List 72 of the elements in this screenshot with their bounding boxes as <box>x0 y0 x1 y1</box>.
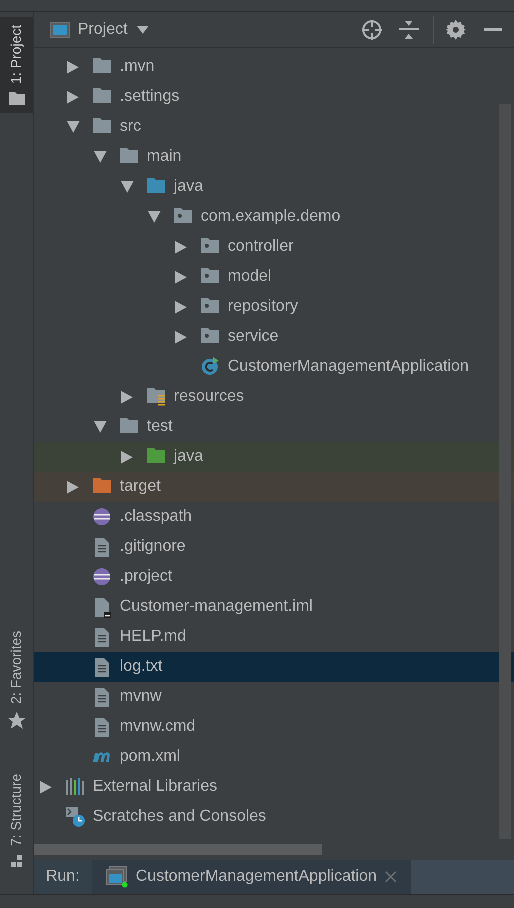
folder-icon <box>8 92 24 106</box>
minimize-icon[interactable] <box>484 28 502 32</box>
collapsed-arrow-icon[interactable] <box>40 780 52 794</box>
caret-icon <box>136 26 150 34</box>
tree-row[interactable]: controller <box>34 232 514 262</box>
tree-row[interactable]: .mvn <box>34 52 514 82</box>
expanded-arrow-icon[interactable] <box>148 211 161 223</box>
file-icon <box>93 656 112 678</box>
tree-row[interactable]: repository <box>34 292 514 322</box>
collapsed-arrow-icon[interactable] <box>175 240 187 254</box>
resources-folder-icon <box>147 386 166 408</box>
tree-row[interactable]: pom.xml <box>34 742 514 772</box>
tree-row[interactable]: .gitignore <box>34 532 514 562</box>
tree-row[interactable]: model <box>34 262 514 292</box>
window-icon <box>50 22 70 38</box>
star-icon <box>8 712 26 730</box>
expanded-arrow-icon[interactable] <box>94 151 107 163</box>
maven-icon <box>93 752 112 762</box>
collapsed-arrow-icon[interactable] <box>121 390 133 404</box>
collapsed-arrow-icon[interactable] <box>121 450 133 464</box>
tool-window-tab[interactable]: 2: Favorites <box>0 623 33 738</box>
tree-row[interactable]: .settings <box>34 82 514 112</box>
locate-icon[interactable] <box>361 18 383 40</box>
scratches-icon <box>66 806 85 828</box>
tree-row[interactable]: CustomerManagementApplication <box>34 352 514 382</box>
module-file-icon <box>93 596 112 618</box>
tree-row[interactable]: Customer-management.iml <box>34 592 514 622</box>
tree-row[interactable]: target <box>34 472 514 502</box>
tree-row[interactable]: .classpath <box>34 502 514 532</box>
tool-window-tab[interactable]: 7: Structure <box>0 766 33 877</box>
eclipse-icon <box>93 506 112 528</box>
collapsed-arrow-icon[interactable] <box>175 270 187 284</box>
expanded-arrow-icon[interactable] <box>121 181 134 193</box>
tree-row[interactable]: java <box>34 172 514 202</box>
eclipse-icon <box>93 566 112 588</box>
tool-window-tab[interactable]: 1: Project <box>0 17 33 114</box>
collapsed-arrow-icon[interactable] <box>67 60 79 74</box>
class-icon <box>201 356 220 378</box>
file-icon <box>93 686 112 708</box>
selected-tree-row[interactable]: log.txt <box>34 652 514 682</box>
tree-row[interactable]: src <box>34 112 514 142</box>
settings-icon[interactable] <box>446 20 466 40</box>
file-icon <box>93 536 112 558</box>
tree-row[interactable]: External Libraries <box>34 772 514 802</box>
tree-row[interactable]: .project <box>34 562 514 592</box>
tree-row[interactable]: main <box>34 142 514 172</box>
running-app-icon <box>106 866 128 888</box>
tree-row[interactable]: Scratches and Consoles <box>34 802 514 832</box>
tree-row[interactable]: test <box>34 412 514 442</box>
vertical-scrollbar[interactable] <box>499 104 511 839</box>
tree-row[interactable]: resources <box>34 382 514 412</box>
tree-row[interactable]: mvnw.cmd <box>34 712 514 742</box>
tree-row[interactable]: com.example.demo <box>34 202 514 232</box>
tree-row[interactable]: java <box>34 442 514 472</box>
tree-row[interactable]: service <box>34 322 514 352</box>
run-label: Run: <box>34 860 92 894</box>
tree-row[interactable]: mvnw <box>34 682 514 712</box>
collapsed-arrow-icon[interactable] <box>175 300 187 314</box>
project-view-dropdown[interactable]: Project <box>50 18 150 42</box>
collapse-all-icon[interactable] <box>399 18 419 40</box>
expanded-arrow-icon[interactable] <box>67 121 80 133</box>
collapsed-arrow-icon[interactable] <box>175 330 187 344</box>
tree-row[interactable]: HELP.md <box>34 622 514 652</box>
structure-icon <box>8 854 24 869</box>
run-tab[interactable]: CustomerManagementApplication <box>92 860 412 894</box>
expanded-arrow-icon[interactable] <box>94 421 107 433</box>
collapsed-arrow-icon[interactable] <box>67 480 79 494</box>
file-icon <box>93 626 112 648</box>
horizontal-scrollbar[interactable] <box>34 844 322 854</box>
file-icon <box>93 716 112 738</box>
collapsed-arrow-icon[interactable] <box>67 90 79 104</box>
libraries-icon <box>66 776 85 798</box>
